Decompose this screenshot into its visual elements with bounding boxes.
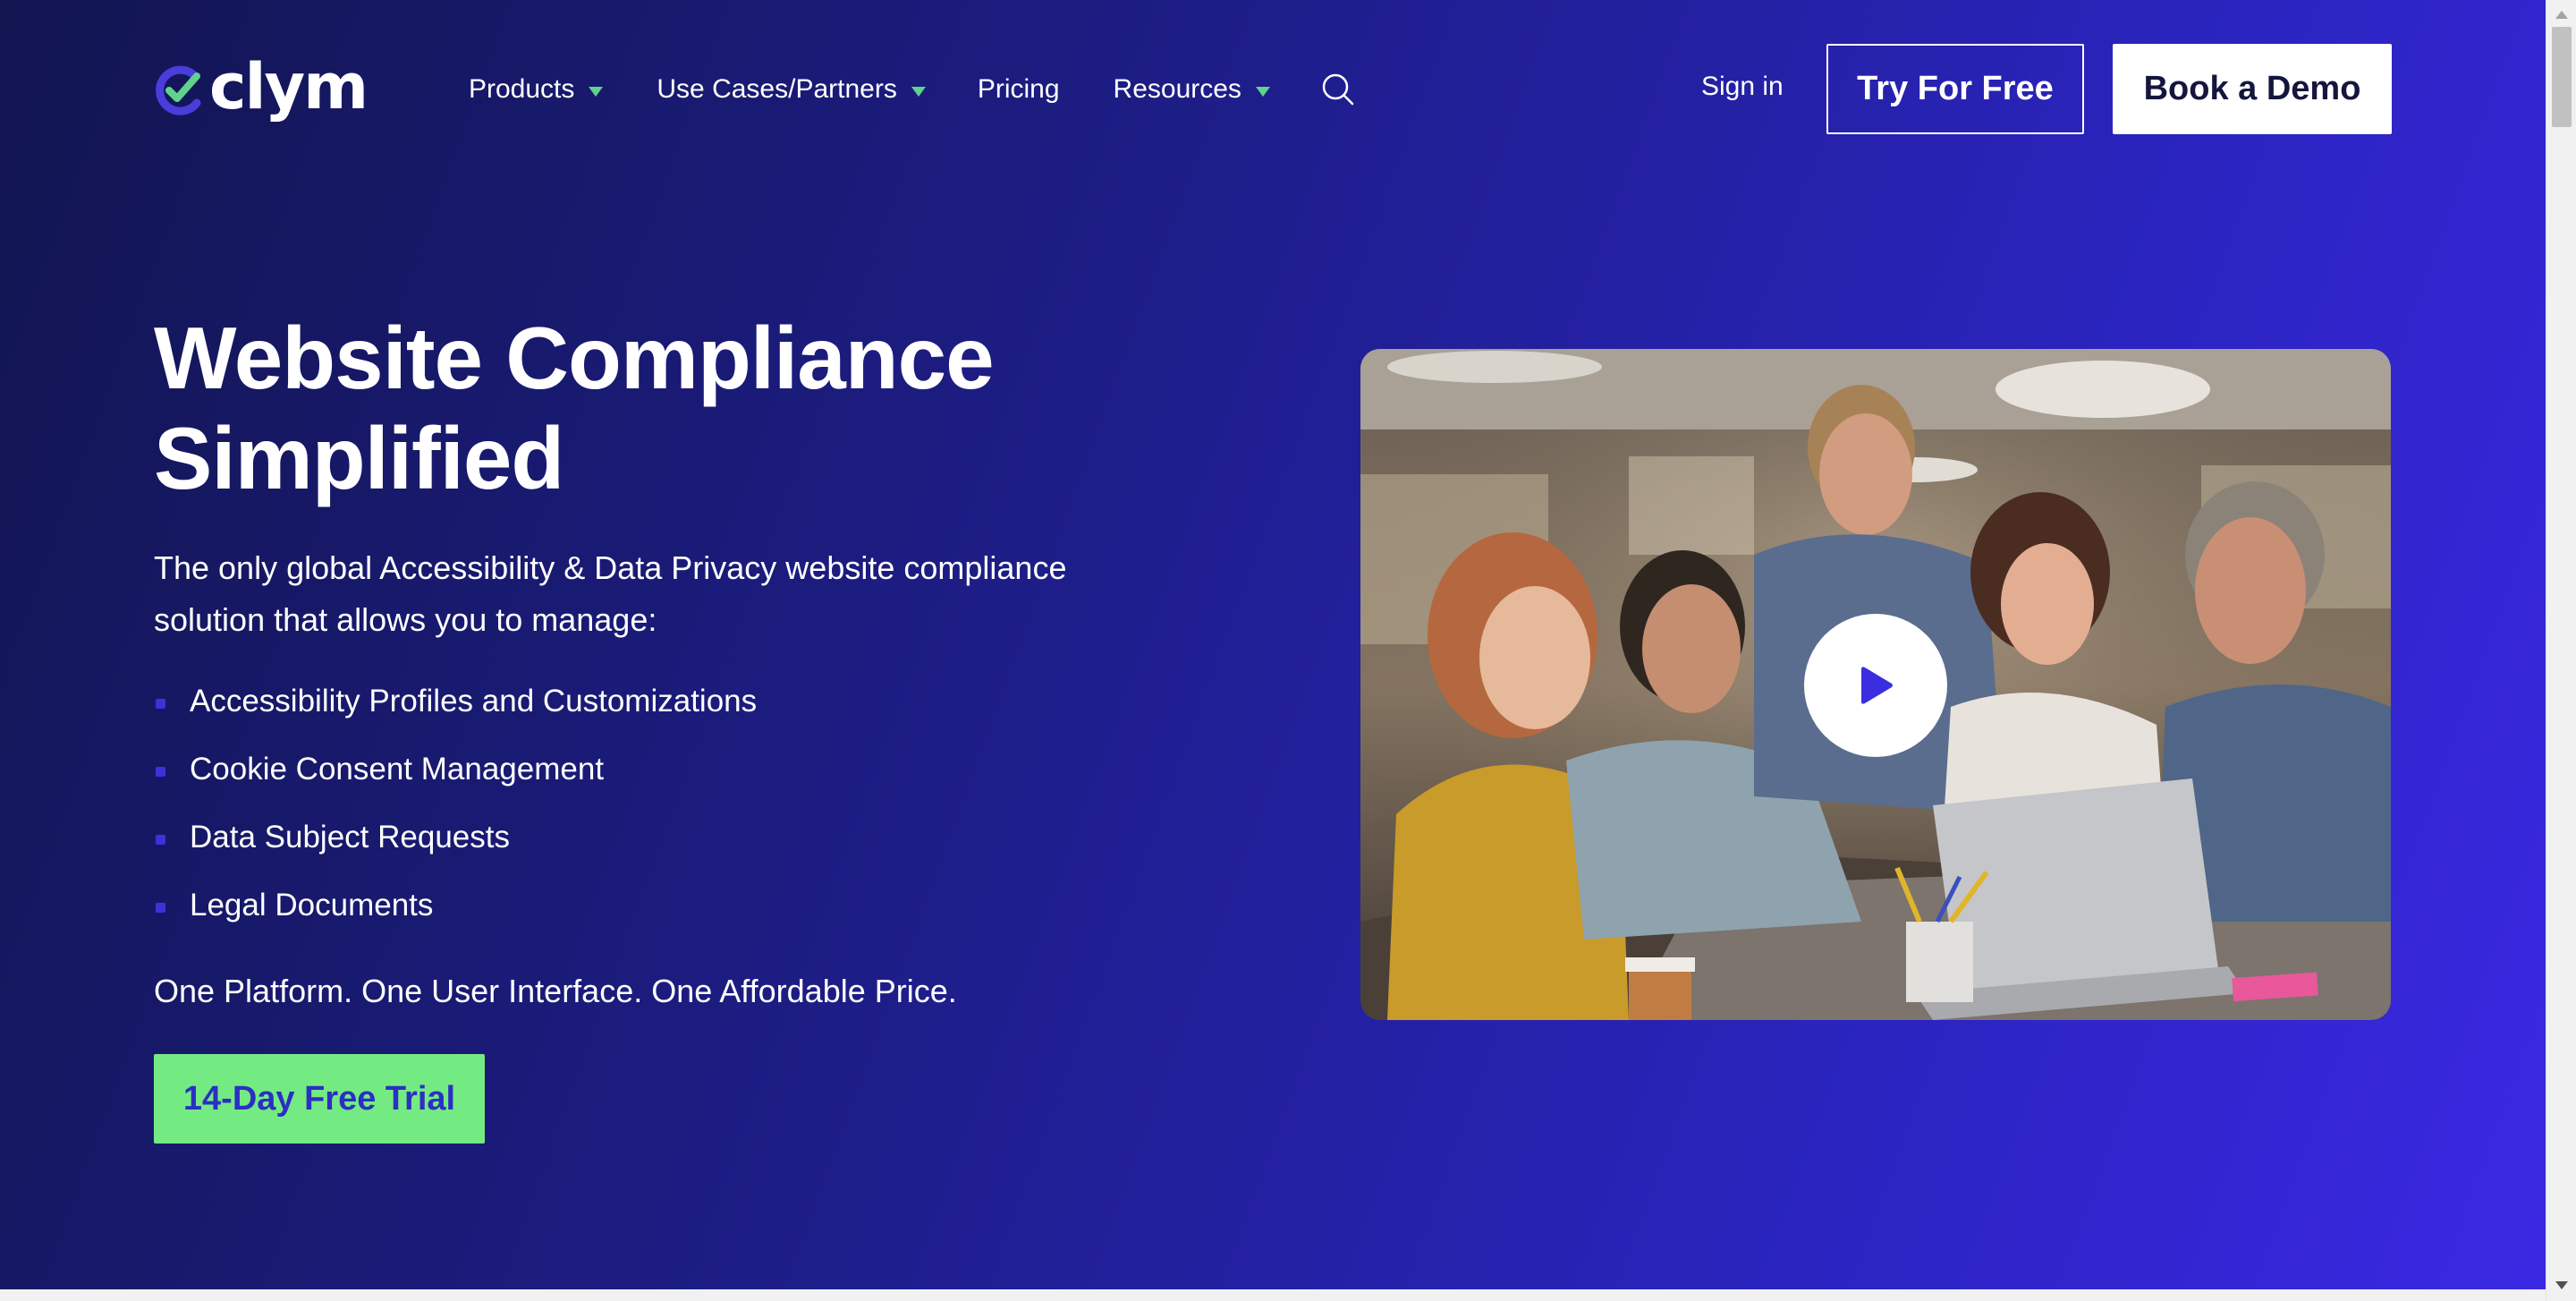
chevron-down-icon (589, 86, 604, 97)
hero-tagline: One Platform. One User Interface. One Af… (154, 973, 957, 1009)
nav-item-label: Resources (1113, 74, 1241, 104)
video-thumbnail[interactable] (1360, 349, 2391, 1020)
feature-label: Accessibility Profiles and Customization… (190, 684, 758, 719)
nav-item-label: Use Cases/Partners (657, 74, 897, 104)
play-button[interactable] (1804, 614, 1947, 757)
hero-title-line: Simplified (154, 409, 564, 507)
sign-in-link[interactable]: Sign in (1701, 72, 1784, 102)
bullet-icon (156, 835, 165, 845)
feature-list-item: Data Subject Requests (154, 809, 757, 877)
feature-label: Data Subject Requests (190, 820, 510, 855)
page-background: clym Products Use Cases/Partners Pricing… (0, 0, 2546, 1289)
search-icon[interactable] (1320, 72, 1356, 107)
nav-item-label: Pricing (977, 74, 1060, 104)
feature-list-item: Accessibility Profiles and Customization… (154, 673, 757, 741)
nav-item-use-cases-partners[interactable]: Use Cases/Partners (657, 74, 926, 105)
scroll-up-arrow-icon[interactable] (2555, 11, 2568, 19)
chevron-down-icon (1255, 86, 1270, 97)
chevron-down-icon (911, 86, 926, 97)
hero-title-line: Website Compliance (154, 309, 995, 407)
scrollbar-thumb[interactable] (2552, 27, 2572, 127)
vertical-scrollbar[interactable] (2546, 0, 2576, 1301)
feature-list: Accessibility Profiles and Customization… (154, 673, 757, 945)
bullet-icon (156, 699, 165, 709)
main-nav: Products Use Cases/Partners Pricing Reso… (469, 64, 1356, 115)
scroll-down-arrow-icon[interactable] (2555, 1281, 2568, 1289)
hero-description: The only global Accessibility & Data Pri… (154, 549, 1067, 638)
nav-item-products[interactable]: Products (469, 74, 604, 105)
book-a-demo-button[interactable]: Book a Demo (2113, 44, 2392, 134)
try-for-free-button[interactable]: Try For Free (1826, 44, 2084, 134)
feature-list-item: Cookie Consent Management (154, 741, 757, 809)
clym-logo[interactable]: clym (154, 50, 369, 125)
bullet-icon (156, 903, 165, 913)
nav-item-pricing[interactable]: Pricing (978, 74, 1060, 105)
feature-list-item: Legal Documents (154, 877, 757, 945)
checkmark-c-logo-icon (156, 65, 201, 115)
bullet-icon (156, 767, 165, 777)
hero-title: Website Compliance Simplified (154, 308, 1138, 508)
feature-label: Legal Documents (190, 888, 434, 923)
nav-item-label: Products (469, 74, 575, 104)
feature-label: Cookie Consent Management (190, 752, 605, 787)
free-trial-button[interactable]: 14-Day Free Trial (154, 1054, 485, 1144)
logo-wordmark: clym (209, 50, 369, 123)
nav-item-resources[interactable]: Resources (1114, 74, 1270, 105)
play-icon (1861, 667, 1893, 704)
horizontal-scrollbar-track (0, 1289, 2546, 1301)
